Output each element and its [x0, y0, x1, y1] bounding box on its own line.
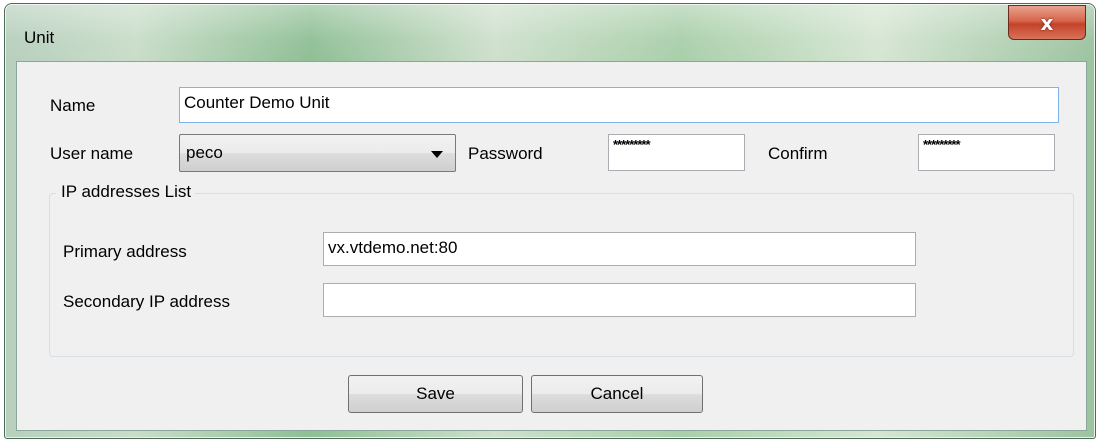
window-title: Unit: [24, 28, 55, 47]
confirm-label: Confirm: [768, 144, 828, 163]
username-label: User name: [50, 144, 134, 163]
confirm-password-input[interactable]: *********: [918, 134, 1055, 171]
chevron-down-icon: [431, 151, 443, 158]
save-button[interactable]: Save: [348, 375, 523, 413]
ip-addresses-group-title: IP addresses List: [56, 182, 196, 202]
username-select[interactable]: peco: [179, 134, 456, 172]
secondary-address-label: Secondary IP address: [63, 292, 230, 311]
ip-addresses-group: [49, 193, 1074, 357]
unit-dialog: Unit x Name Counter Demo Unit User name …: [4, 3, 1096, 439]
close-button[interactable]: x: [1008, 5, 1086, 40]
name-label: Name: [50, 96, 96, 115]
cancel-button[interactable]: Cancel: [531, 375, 703, 413]
dialog-body: Name Counter Demo Unit User name peco Pa…: [16, 61, 1087, 431]
name-input[interactable]: Counter Demo Unit: [179, 87, 1059, 123]
secondary-address-input[interactable]: [323, 283, 916, 317]
primary-address-label: Primary address: [63, 242, 187, 261]
password-input[interactable]: *********: [608, 134, 745, 171]
title-bar[interactable]: [5, 4, 1095, 62]
primary-address-input[interactable]: vx.vtdemo.net:80: [323, 232, 916, 266]
close-icon: x: [1040, 10, 1054, 35]
password-label: Password: [468, 144, 543, 163]
username-selected-value: peco: [186, 143, 223, 162]
